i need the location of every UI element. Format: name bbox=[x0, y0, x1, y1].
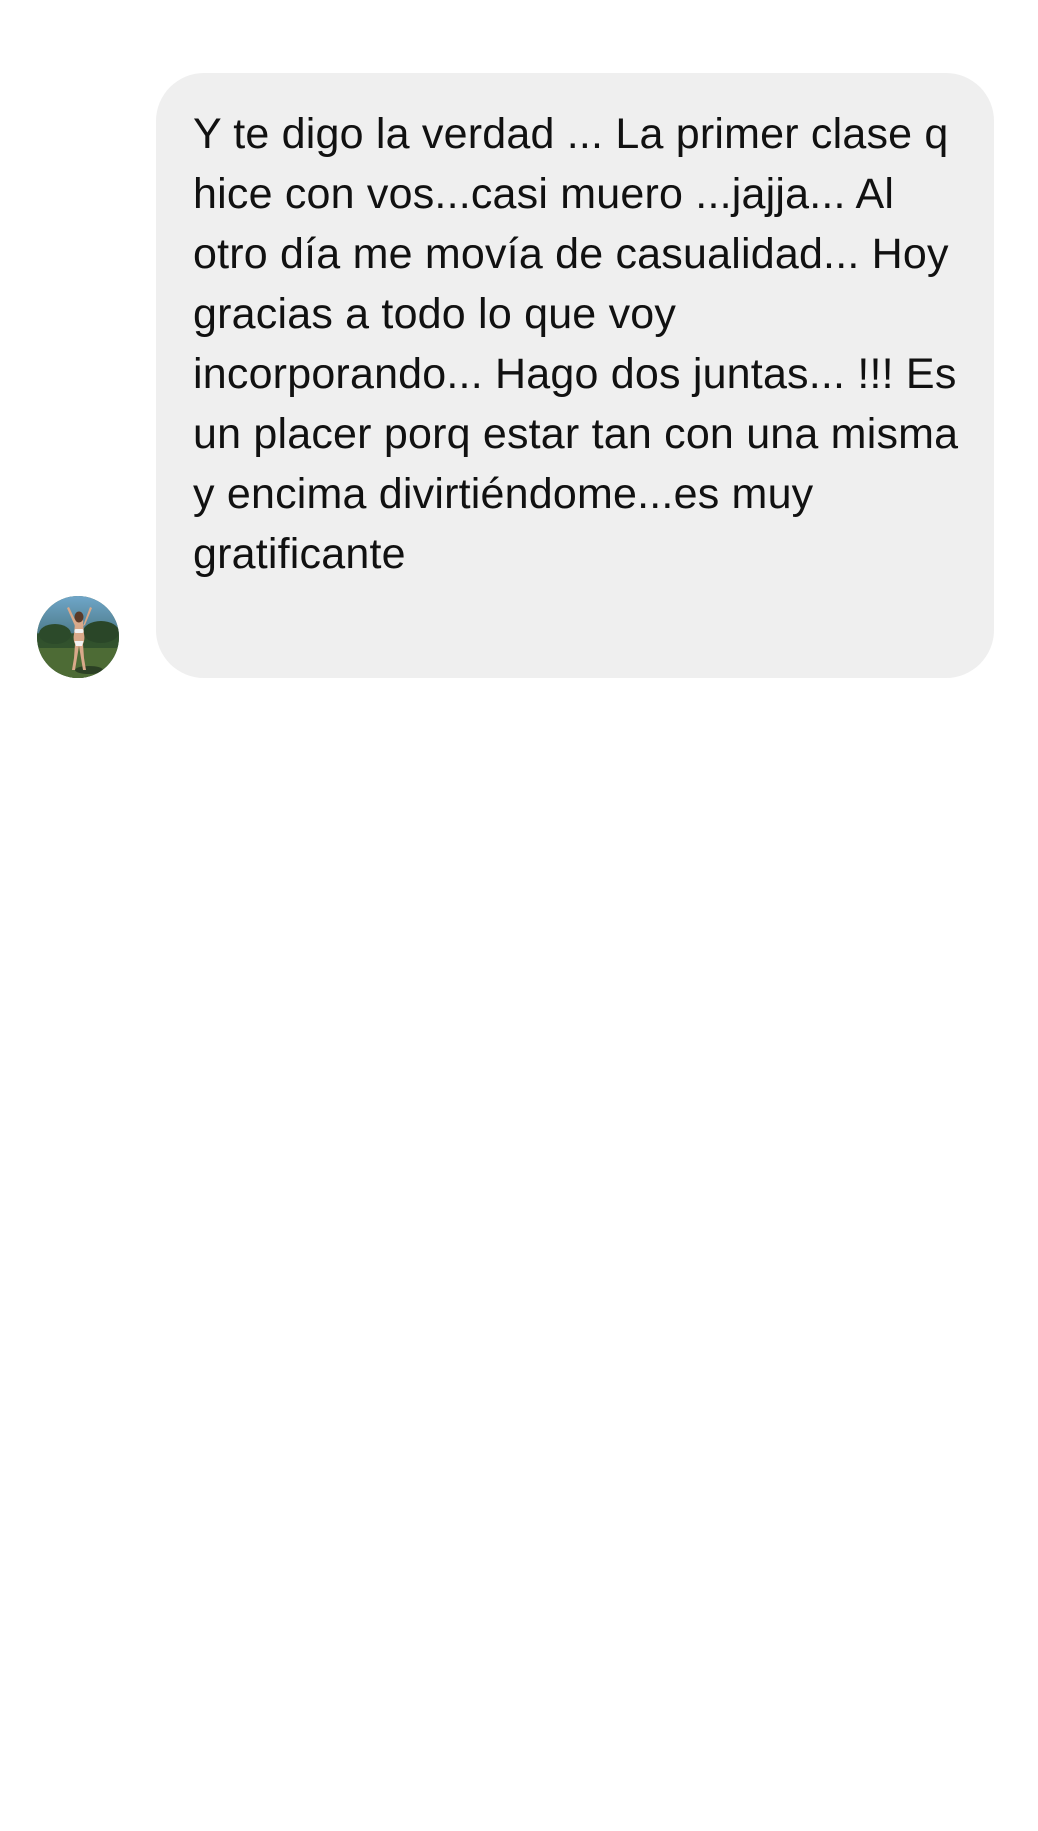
message-text: Y te digo la verdad ... La primer clase … bbox=[193, 110, 959, 578]
message-thread: Y te digo la verdad ... La primer clase … bbox=[0, 0, 1038, 1831]
sender-avatar[interactable] bbox=[37, 596, 119, 678]
message-bubble[interactable]: Y te digo la verdad ... La primer clase … bbox=[156, 73, 994, 678]
incoming-message-row: Y te digo la verdad ... La primer clase … bbox=[0, 0, 1038, 700]
profile-photo-avatar-icon bbox=[37, 596, 119, 678]
